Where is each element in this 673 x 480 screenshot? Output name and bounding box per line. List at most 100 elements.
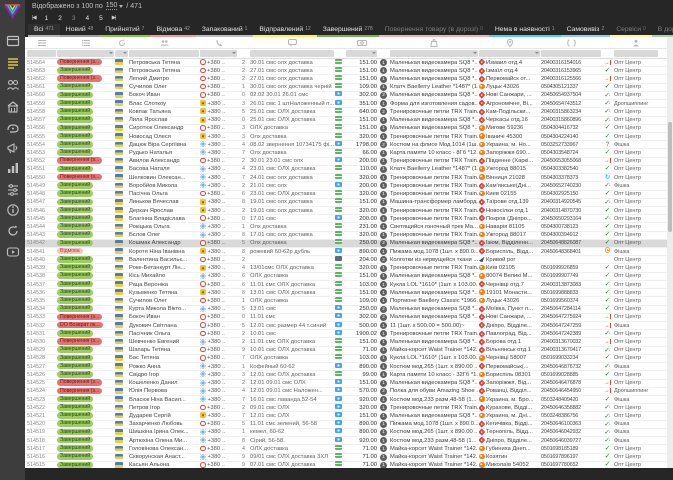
delivery-address: Первомайск от... bbox=[479, 75, 540, 83]
client-name: Кошеленко Данил bbox=[129, 380, 178, 387]
product-name: Маленькая видеокамера SQ8 *... bbox=[390, 117, 478, 124]
dashboard-icon[interactable] bbox=[6, 34, 20, 48]
settings-sliders-icon[interactable] bbox=[6, 182, 20, 196]
order-total: 110.00 bbox=[359, 166, 377, 173]
page-button[interactable]: 2 bbox=[58, 15, 62, 22]
info-icon[interactable] bbox=[6, 203, 20, 217]
address-column-icon[interactable] bbox=[506, 38, 514, 47]
filter-phone-input[interactable] bbox=[200, 50, 237, 57]
tab-Прийнятий[interactable]: Прийнятий 7 bbox=[99, 24, 151, 37]
filter-address-select[interactable] bbox=[479, 50, 540, 57]
page-button[interactable]: 4 bbox=[86, 15, 90, 22]
status-badge: Завершений bbox=[57, 428, 94, 436]
tab-Завершений[interactable]: Завершений 278 bbox=[316, 24, 379, 37]
tab-Самовивіз[interactable]: Самовивіз 2 bbox=[560, 24, 611, 37]
company-name: Дропшиппинг bbox=[614, 388, 649, 395]
filter-client-input[interactable] bbox=[129, 50, 199, 57]
tab-count: 2 bbox=[601, 25, 605, 32]
clients-icon[interactable] bbox=[6, 78, 20, 92]
tracking-number: 20400313670032 bbox=[541, 339, 582, 346]
first-page-button[interactable]: |◀ bbox=[32, 15, 37, 21]
tab-label: Завершений bbox=[322, 26, 363, 33]
filter-tracking-input[interactable] bbox=[541, 50, 601, 57]
comment-column-icon[interactable] bbox=[287, 38, 297, 47]
app-logo-icon[interactable] bbox=[3, 3, 22, 19]
sales-channel-icon bbox=[200, 67, 206, 74]
tracking-column-icon[interactable] bbox=[566, 39, 576, 47]
product-name: Колготки из нервущейся ткани ... bbox=[390, 256, 478, 263]
tab-Всі[interactable]: Всі 471 bbox=[28, 24, 60, 37]
page-button[interactable]: 5 bbox=[99, 15, 103, 22]
delivery-address: Чернівці 58007 bbox=[479, 354, 540, 362]
order-id: 514550 bbox=[27, 174, 45, 181]
return-arrow-icon: → bbox=[603, 59, 610, 66]
company-name: Опт Центр bbox=[614, 150, 642, 157]
filter-payment-select[interactable] bbox=[346, 50, 377, 57]
tab-Повернення товару (в дорозі)[interactable]: Повернення товару (в дорозі) 0 bbox=[378, 24, 489, 37]
delivery-address: Ужгород 88015 bbox=[479, 165, 540, 173]
manager-column-icon[interactable] bbox=[632, 39, 640, 47]
rows-per-page-value[interactable]: 150 bbox=[105, 2, 118, 10]
order-note: 11.01 смс зелений, 56-58 bbox=[250, 421, 318, 428]
orders-icon[interactable] bbox=[6, 56, 20, 70]
product-name: Полка для обуви Amazing Shoe ... bbox=[390, 388, 478, 395]
tracking-number: 20400313873083 bbox=[541, 281, 582, 288]
sync-column-icon[interactable] bbox=[118, 38, 126, 47]
ukraine-flag-icon bbox=[115, 240, 123, 246]
tab-Новий[interactable]: Новий 48 bbox=[59, 24, 100, 37]
shop-icon[interactable] bbox=[6, 100, 20, 114]
tab-Відмова[interactable]: Відмова 42 bbox=[150, 24, 196, 37]
phone-cell: +380 .. bbox=[200, 182, 237, 190]
tab-Нема в наявності[interactable]: Нема в наявності 1 bbox=[488, 24, 561, 37]
status-column-icon[interactable] bbox=[81, 39, 90, 47]
tab-В дорозі додому[interactable]: В дорозі додому0 bbox=[651, 24, 673, 37]
scrollbar-thumb[interactable] bbox=[668, 122, 672, 232]
comment-count: 8 bbox=[242, 289, 245, 296]
megaphone-icon[interactable] bbox=[6, 141, 20, 155]
order-total: 99.00 bbox=[362, 371, 377, 378]
page-button[interactable]: 1 bbox=[45, 15, 49, 22]
tab-Відправлений[interactable]: Відправлений 12 bbox=[253, 24, 317, 37]
rows-per-page-arrow-icon[interactable] bbox=[119, 4, 124, 8]
last-page-button[interactable]: ▶| bbox=[112, 15, 117, 21]
status-badge: Завершений bbox=[57, 165, 94, 173]
phone-cell: +380 .. bbox=[200, 231, 237, 239]
phone-cell: +380 .. bbox=[200, 404, 237, 412]
tab-Запакований[interactable]: Запакований 1 bbox=[195, 24, 254, 37]
comment-count: 2 bbox=[242, 67, 245, 74]
delivered-check-icon: ✓ bbox=[604, 296, 611, 304]
product-name: Костюм мод.233 разм,48-58 (1... bbox=[390, 396, 477, 403]
country-cell bbox=[115, 174, 128, 182]
status-badge: Завершений bbox=[57, 83, 94, 91]
payment-column-icon[interactable] bbox=[356, 39, 367, 47]
filter-status-select[interactable] bbox=[57, 50, 114, 57]
tab-Сервіси[interactable]: Сервіси 0 bbox=[610, 24, 652, 37]
delivery-status-icon: → bbox=[604, 387, 612, 395]
stats-icon[interactable] bbox=[6, 161, 20, 175]
filter-comment-input[interactable] bbox=[250, 50, 334, 57]
payment-method-icon bbox=[335, 173, 342, 179]
video-icon[interactable] bbox=[6, 245, 20, 259]
filter-manager-input[interactable] bbox=[614, 50, 658, 57]
comment-count: 5 bbox=[242, 306, 245, 313]
filter-product-select[interactable] bbox=[390, 50, 478, 57]
client-column-icon[interactable] bbox=[160, 39, 169, 47]
delivery-status-icon: ✓↓ bbox=[604, 436, 611, 445]
filter-id-input[interactable] bbox=[27, 50, 56, 57]
client-name: Бєлов Олег bbox=[129, 232, 161, 239]
delivery-status-icon: ✓↓ bbox=[604, 181, 611, 190]
delivery-status-icon: ✓↓ bbox=[604, 362, 611, 371]
refresh-icon[interactable] bbox=[6, 224, 20, 238]
tracking-number: 20450648826087 bbox=[541, 240, 582, 247]
product-column-icon[interactable] bbox=[430, 38, 438, 47]
vertical-scrollbar[interactable] bbox=[667, 37, 673, 468]
display-range-bar: Відображено з 100 по 150 / 471 bbox=[25, 0, 673, 12]
phone-cell: +380 .. bbox=[200, 354, 237, 362]
page-button[interactable]: 3 bbox=[72, 15, 76, 22]
sales-icon[interactable] bbox=[6, 121, 20, 135]
id-column-icon[interactable] bbox=[37, 39, 46, 47]
order-note: 12.01 09.01 смс ОЛХ bbox=[250, 380, 306, 387]
phone-column-icon[interactable] bbox=[215, 39, 223, 47]
filter-country-select[interactable] bbox=[115, 50, 128, 57]
order-note: 13/01смс ОЛХ доставка bbox=[250, 265, 314, 272]
